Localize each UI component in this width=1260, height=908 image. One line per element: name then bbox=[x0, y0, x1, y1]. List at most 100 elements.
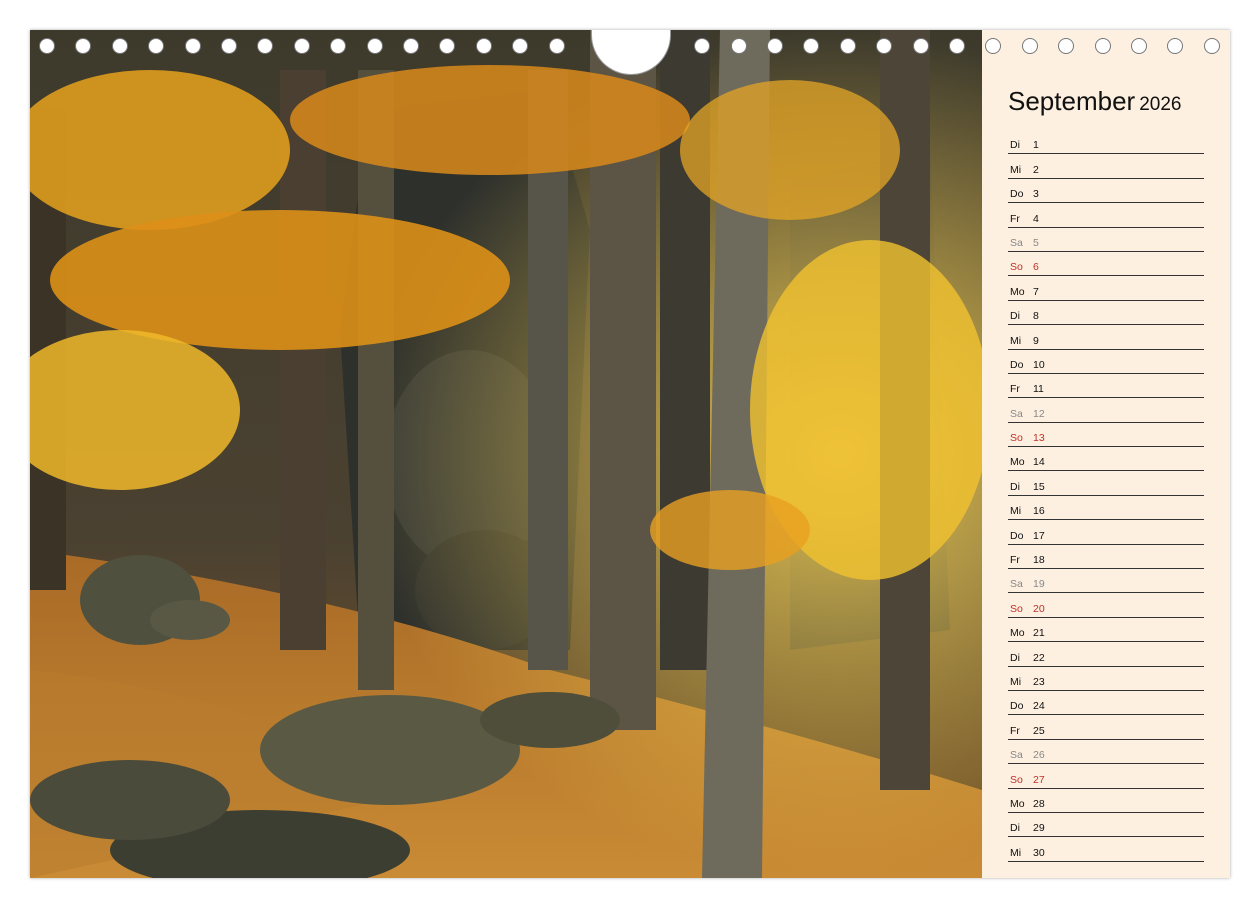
day-row: Sa 19 bbox=[1008, 569, 1204, 594]
binding-hole bbox=[1021, 38, 1038, 54]
binding-hole bbox=[293, 38, 310, 54]
weekday-label: Sa bbox=[1010, 578, 1023, 591]
weekday-label: Mi bbox=[1010, 505, 1022, 518]
day-row: Do 10 bbox=[1008, 350, 1204, 374]
weekday-label: Sa bbox=[1010, 407, 1023, 420]
day-number: 13 bbox=[1033, 432, 1045, 445]
day-number: 26 bbox=[1033, 749, 1045, 762]
day-number: 15 bbox=[1033, 480, 1045, 493]
day-number: 6 bbox=[1033, 261, 1039, 274]
day-row: Fr 18 bbox=[1008, 545, 1204, 570]
day-number: 14 bbox=[1033, 456, 1045, 469]
day-row: Fr 4 bbox=[1008, 203, 1204, 228]
weekday-label: Mi bbox=[1010, 163, 1022, 176]
binding-hole bbox=[403, 38, 419, 54]
binding-hole bbox=[475, 38, 492, 54]
day-number: 25 bbox=[1033, 724, 1045, 737]
binding-hole bbox=[1203, 38, 1220, 54]
forest-photo bbox=[30, 30, 982, 878]
weekday-label: Mi bbox=[1010, 334, 1022, 347]
day-number: 20 bbox=[1033, 602, 1045, 615]
day-row: Di 29 bbox=[1008, 813, 1204, 838]
day-row: Di 8 bbox=[1008, 301, 1204, 326]
day-number: 30 bbox=[1033, 846, 1045, 859]
weekday-label: Fr bbox=[1010, 724, 1020, 737]
day-row: Do 24 bbox=[1008, 691, 1204, 716]
day-number: 18 bbox=[1033, 554, 1045, 567]
day-number: 29 bbox=[1033, 822, 1045, 835]
day-number: 27 bbox=[1033, 773, 1045, 786]
day-number: 8 bbox=[1033, 310, 1039, 323]
day-number: 24 bbox=[1033, 700, 1045, 713]
weekday-label: Sa bbox=[1010, 236, 1023, 249]
binding-hole bbox=[512, 38, 529, 54]
day-row: Sa 5 bbox=[1008, 228, 1204, 252]
spiral-binding bbox=[30, 30, 1230, 75]
day-row: Mo 28 bbox=[1008, 789, 1204, 813]
binding-hole bbox=[694, 38, 711, 54]
day-number: 12 bbox=[1033, 407, 1045, 420]
binding-hole bbox=[1131, 38, 1147, 54]
weekday-label: So bbox=[1010, 432, 1023, 445]
day-row: Mi 2 bbox=[1008, 154, 1204, 179]
day-row: So 6 bbox=[1008, 252, 1204, 277]
binding-hole bbox=[366, 38, 383, 54]
day-list: Di 1 Mi 2 Do 3 Fr 4 Sa 5 So 6 Mo 7 Di 8 Mi 9 Do 10 Fr 11 Sa 12 S… bbox=[1008, 130, 1204, 862]
binding-hole bbox=[985, 38, 1002, 54]
day-row: So 20 bbox=[1008, 593, 1204, 618]
day-row: So 27 bbox=[1008, 764, 1204, 789]
binding-hole bbox=[111, 38, 128, 54]
weekday-label: Fr bbox=[1010, 554, 1020, 567]
binding-hole bbox=[75, 38, 92, 54]
weekday-label: Mo bbox=[1010, 797, 1025, 810]
binding-hole bbox=[912, 38, 929, 54]
weekday-label: Do bbox=[1010, 529, 1024, 542]
day-row: Mo 14 bbox=[1008, 447, 1204, 472]
day-row: Do 3 bbox=[1008, 179, 1204, 204]
year: 2026 bbox=[1139, 94, 1182, 115]
day-row: Di 15 bbox=[1008, 471, 1204, 496]
binding-hole bbox=[876, 38, 893, 54]
weekday-label: Mo bbox=[1010, 456, 1025, 469]
weekday-label: Fr bbox=[1010, 212, 1020, 225]
day-row: Sa 12 bbox=[1008, 398, 1204, 423]
day-number: 1 bbox=[1033, 139, 1039, 152]
weekday-label: Do bbox=[1010, 358, 1024, 371]
day-row: Mo 21 bbox=[1008, 618, 1204, 643]
day-number: 3 bbox=[1033, 188, 1039, 201]
weekday-label: Di bbox=[1010, 139, 1020, 152]
binding-hole bbox=[221, 38, 237, 54]
weekday-label: Mi bbox=[1010, 675, 1022, 688]
binding-hole bbox=[148, 38, 165, 54]
weekday-label: Di bbox=[1010, 310, 1020, 323]
day-row: Mi 30 bbox=[1008, 837, 1204, 862]
binding-hole bbox=[949, 38, 965, 54]
day-row: Di 22 bbox=[1008, 642, 1204, 667]
weekday-label: So bbox=[1010, 602, 1023, 615]
binding-hole bbox=[39, 38, 55, 54]
day-number: 9 bbox=[1033, 334, 1039, 347]
day-row: So 13 bbox=[1008, 423, 1204, 448]
day-row: Di 1 bbox=[1008, 130, 1204, 155]
day-number: 2 bbox=[1033, 163, 1039, 176]
weekday-label: So bbox=[1010, 773, 1023, 786]
day-number: 4 bbox=[1033, 212, 1039, 225]
day-row: Mi 16 bbox=[1008, 496, 1204, 521]
weekday-label: Sa bbox=[1010, 749, 1023, 762]
day-number: 7 bbox=[1033, 285, 1039, 298]
day-number: 28 bbox=[1033, 797, 1045, 810]
weekday-label: Fr bbox=[1010, 383, 1020, 396]
day-number: 22 bbox=[1033, 651, 1045, 664]
forest-illustration bbox=[30, 30, 982, 878]
day-number: 21 bbox=[1033, 627, 1045, 640]
weekday-label: Di bbox=[1010, 651, 1020, 664]
day-number: 11 bbox=[1033, 383, 1044, 396]
binding-hole bbox=[1058, 38, 1075, 54]
binding-hole bbox=[767, 38, 783, 54]
weekday-label: Mo bbox=[1010, 285, 1025, 298]
day-row: Mi 23 bbox=[1008, 667, 1204, 691]
binding-hole bbox=[257, 38, 274, 54]
day-row: Sa 26 bbox=[1008, 740, 1204, 765]
day-row: Do 17 bbox=[1008, 520, 1204, 545]
day-row: Fr 25 bbox=[1008, 715, 1204, 740]
